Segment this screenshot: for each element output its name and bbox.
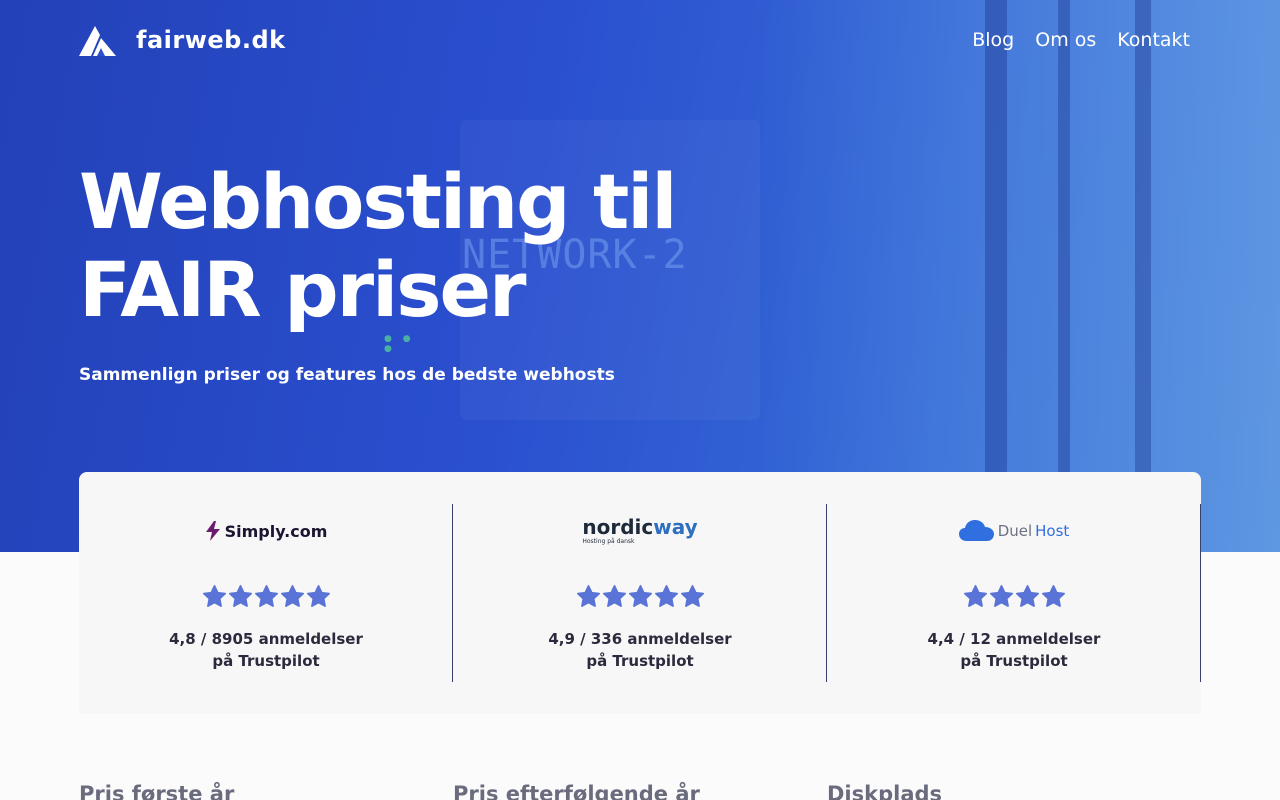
nav-links: Blog Om os Kontakt — [972, 29, 1190, 51]
hero-background-stripe — [985, 0, 1007, 552]
trustpilot-rating: 4,8 / 8905 anmeldelser på Trustpilot — [79, 628, 453, 672]
feature-heading-first-year-price: Pris første år — [79, 782, 235, 800]
brand-name: fairweb.dk — [136, 26, 286, 54]
host-column-duelhost[interactable]: Duel Host 4,4 / 12 anmeldelser på Trustpi… — [827, 472, 1201, 714]
hero-background-stripe — [1135, 0, 1151, 552]
cloud-icon — [958, 520, 994, 541]
star-icon — [306, 585, 330, 607]
feature-headings: Pris første år Pris efterfølgende år Dis… — [79, 782, 1201, 800]
star-icon — [280, 585, 304, 607]
host-column-nordicway[interactable]: nordicway Hosting på dansk 4,9 / 336 anm… — [453, 472, 827, 714]
hero-background-stripe — [1058, 0, 1070, 552]
hero-headline-line2: FAIR priser — [79, 245, 526, 334]
column-divider — [1200, 504, 1201, 682]
host-column-simply[interactable]: Simply.com 4,8 / 8905 anmeldelser på Tru… — [79, 472, 453, 714]
lightning-bolt-icon — [205, 521, 220, 541]
trustpilot-rating: 4,9 / 336 anmeldelser på Trustpilot — [453, 628, 827, 672]
star-icon — [654, 585, 678, 607]
star-icon — [576, 585, 600, 607]
star-icon — [602, 585, 626, 607]
rating-summary: 4,9 / 336 anmeldelser — [548, 630, 732, 648]
rating-stars — [827, 584, 1201, 612]
nordicway-logo: nordicway Hosting på dansk — [453, 516, 827, 546]
nordicway-tagline: Hosting på dansk — [582, 538, 635, 545]
feature-heading-disk-space: Diskplads — [827, 782, 943, 800]
hero-section: NETWORK-2 ● ● ● fairweb.dk Blog Om os Ko… — [0, 0, 1280, 552]
duelhost-logo: Duel Host — [827, 516, 1201, 546]
star-icon — [254, 585, 278, 607]
nordicway-wordmark-accent: way — [653, 515, 698, 539]
nav-link-om-os[interactable]: Om os — [1035, 29, 1096, 51]
star-icon — [680, 585, 704, 607]
nordicway-wordmark: nordicway — [582, 517, 697, 537]
hero-background-glow — [760, 0, 1280, 552]
rating-source: på Trustpilot — [586, 652, 694, 670]
rating-stars — [453, 584, 827, 612]
simply-logo: Simply.com — [79, 516, 453, 546]
hero-headline: Webhosting til FAIR priser — [79, 158, 699, 334]
rating-summary: 4,8 / 8905 anmeldelser — [169, 630, 363, 648]
top-navigation: fairweb.dk Blog Om os Kontakt — [79, 22, 1190, 58]
mountain-logo-icon — [79, 26, 116, 56]
hero-subheadline: Sammenlign priser og features hos de bed… — [79, 365, 615, 385]
trustpilot-rating: 4,4 / 12 anmeldelser på Trustpilot — [827, 628, 1201, 672]
simply-logo-text: Simply.com — [224, 521, 328, 541]
server-leds: ● ● ● — [384, 334, 415, 354]
star-icon — [628, 585, 652, 607]
brand-home-link[interactable]: fairweb.dk — [79, 24, 286, 56]
rating-summary: 4,4 / 12 anmeldelser — [927, 630, 1101, 648]
rating-stars — [79, 584, 453, 612]
star-icon — [963, 585, 987, 607]
feature-heading-renewal-price: Pris efterfølgende år — [453, 782, 700, 800]
nordicway-wordmark-main: nordic — [582, 515, 654, 539]
star-icon — [1015, 585, 1039, 607]
star-icon — [989, 585, 1013, 607]
star-icon — [1041, 585, 1065, 607]
star-icon — [228, 585, 252, 607]
rating-source: på Trustpilot — [960, 652, 1068, 670]
duelhost-wordmark-main: Duel — [997, 522, 1033, 540]
host-comparison-card: Simply.com 4,8 / 8905 anmeldelser på Tru… — [79, 472, 1201, 714]
nav-link-blog[interactable]: Blog — [972, 29, 1014, 51]
nav-link-kontakt[interactable]: Kontakt — [1117, 29, 1190, 51]
rating-source: på Trustpilot — [212, 652, 320, 670]
hero-headline-line1: Webhosting til — [79, 157, 677, 246]
duelhost-wordmark-accent: Host — [1035, 522, 1070, 540]
star-icon — [202, 585, 226, 607]
